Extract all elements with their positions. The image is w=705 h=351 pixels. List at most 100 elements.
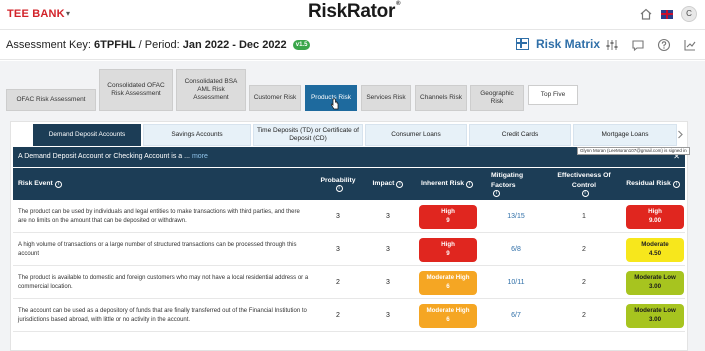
mitigating-factors-link[interactable]: 13/15 xyxy=(491,201,541,232)
period-label: / Period: xyxy=(138,39,180,51)
hand-cursor-icon xyxy=(330,98,339,110)
probability-value: 3 xyxy=(336,213,340,220)
risk-event-text: The product can be used by individuals a… xyxy=(18,208,300,224)
chevron-right-icon[interactable] xyxy=(677,130,684,139)
residual-risk-cell: High 9.00 xyxy=(625,201,685,232)
inherent-risk-cell: High 9 xyxy=(418,201,478,232)
tab-customer-risk[interactable]: Customer Risk xyxy=(249,85,301,111)
header-mitigating-factors[interactable]: Mitigating Factors i xyxy=(491,168,541,200)
residual-risk-cell: Moderate Low 3.00 xyxy=(625,300,685,331)
impact-value: 3 xyxy=(386,279,390,286)
header-inherent-risk[interactable]: Inherent Risk i xyxy=(411,168,483,200)
chart-icon[interactable] xyxy=(683,38,697,52)
residual-risk-badge: Moderate Low 3.00 xyxy=(626,303,684,328)
header-impact[interactable]: Impact i xyxy=(368,168,408,200)
risk-matrix-panel: Demand Deposit Accounts Savings Accounts… xyxy=(10,121,690,351)
probability-value: 3 xyxy=(336,246,340,253)
product-tabs: Demand Deposit Accounts Savings Accounts… xyxy=(13,124,685,146)
mitigating-factors-link[interactable]: 6/7 xyxy=(491,300,541,331)
avatar[interactable]: C xyxy=(681,6,697,22)
description-text: A Demand Deposit Account or Checking Acc… xyxy=(18,153,190,160)
table-row: A high volume of transactions or a large… xyxy=(13,234,685,266)
tab-channels-risk[interactable]: Channels Risk xyxy=(415,85,467,111)
residual-risk-badge: High 9.00 xyxy=(626,204,684,229)
tab-services-risk[interactable]: Services Risk xyxy=(361,85,411,111)
section-title: Risk Matrix xyxy=(536,37,601,51)
info-icon[interactable]: i xyxy=(54,180,62,188)
tab-top-five[interactable]: Top Five xyxy=(528,85,578,105)
info-icon[interactable]: i xyxy=(396,180,404,188)
trademark: ® xyxy=(396,1,401,7)
info-icon[interactable]: i xyxy=(335,185,343,193)
assessment-key-label: Assessment Key: xyxy=(6,39,91,51)
table-row: The account can be used as a depository … xyxy=(13,300,685,332)
tab-mortgage-loans[interactable]: Mortgage Loans xyxy=(573,124,677,146)
effectiveness-value[interactable]: 2 xyxy=(548,267,620,298)
period-value: Jan 2022 - Dec 2022 xyxy=(182,39,287,51)
assessment-info: Assessment Key: 6TPFHL / Period: Jan 202… xyxy=(6,39,311,51)
impact-value: 3 xyxy=(386,312,390,319)
help-icon[interactable] xyxy=(657,38,671,52)
assessment-key-value: 6TPFHL xyxy=(94,39,136,51)
flag-icon[interactable] xyxy=(661,9,673,19)
inherent-risk-badge[interactable]: High 9 xyxy=(419,237,477,262)
app-title: RiskRator xyxy=(308,1,396,22)
header-risk-event[interactable]: Risk Event i xyxy=(18,168,168,200)
tab-credit-cards[interactable]: Credit Cards xyxy=(469,124,571,146)
tab-time-deposits[interactable]: Time Deposits (TD) or Certificate of Dep… xyxy=(253,124,363,146)
home-icon[interactable] xyxy=(639,7,653,21)
effectiveness-value[interactable]: 2 xyxy=(548,300,620,331)
inherent-risk-cell: Moderate High 6 xyxy=(418,267,478,298)
header-effectiveness[interactable]: Effectiveness Of Control i xyxy=(548,168,620,200)
effectiveness-value[interactable]: 1 xyxy=(548,201,620,232)
probability-value: 2 xyxy=(336,312,340,319)
inherent-risk-badge[interactable]: Moderate High 6 xyxy=(419,303,477,328)
table-row: The product can be used by individuals a… xyxy=(13,201,685,233)
residual-risk-badge: Moderate Low 3.00 xyxy=(626,270,684,295)
info-icon[interactable]: i xyxy=(581,189,589,197)
top-icons: C xyxy=(639,6,697,22)
risk-event-text: A high volume of transactions or a large… xyxy=(18,241,297,257)
table-header: Risk Event i Probability i Impact i Inheren… xyxy=(13,168,685,200)
risk-event-text: The product is available to domestic and… xyxy=(18,274,309,290)
mitigating-factors-link[interactable]: 10/11 xyxy=(491,267,541,298)
tab-geographic-risk[interactable]: Geographic Risk xyxy=(470,85,524,111)
table-row: The product is available to domestic and… xyxy=(13,267,685,299)
inherent-risk-cell: Moderate High 6 xyxy=(418,300,478,331)
tab-demand-deposit-accounts[interactable]: Demand Deposit Accounts xyxy=(33,124,141,146)
assessment-bar: Assessment Key: 6TPFHL / Period: Jan 202… xyxy=(0,30,705,60)
chevron-down-icon[interactable]: ▾ xyxy=(66,9,70,18)
tab-ofac-risk-assessment[interactable]: OFAC Risk Assessment xyxy=(6,89,96,111)
impact-value: 3 xyxy=(386,246,390,253)
header-probability[interactable]: Probability i xyxy=(313,168,363,200)
inherent-risk-badge[interactable]: Moderate High 6 xyxy=(419,270,477,295)
mitigating-factors-link[interactable]: 6/8 xyxy=(491,234,541,265)
more-link[interactable]: more xyxy=(192,153,208,160)
assessment-icons xyxy=(605,38,697,52)
risk-event-text: The account can be used as a depository … xyxy=(18,307,307,323)
chat-icon[interactable] xyxy=(631,38,645,52)
inherent-risk-badge[interactable]: High 9 xyxy=(419,204,477,229)
app-logo: RiskRator® xyxy=(308,1,400,23)
tab-consumer-loans[interactable]: Consumer Loans xyxy=(365,124,467,146)
bank-name[interactable]: TEE BANK xyxy=(7,8,65,20)
residual-risk-cell: Moderate 4.50 xyxy=(625,234,685,265)
effectiveness-value[interactable]: 2 xyxy=(548,234,620,265)
residual-risk-cell: Moderate Low 3.00 xyxy=(625,267,685,298)
tab-consolidated-ofac[interactable]: Consolidated OFAC Risk Assessment xyxy=(99,69,173,111)
inherent-risk-cell: High 9 xyxy=(418,234,478,265)
impact-value: 3 xyxy=(386,213,390,220)
risk-matrix-icon xyxy=(516,38,529,50)
tab-savings-accounts[interactable]: Savings Accounts xyxy=(143,124,251,146)
top-bar: TEE BANK ▾ RiskRator® C xyxy=(0,0,705,30)
header-residual-risk[interactable]: Residual Risk i xyxy=(623,168,683,200)
info-icon[interactable]: i xyxy=(493,189,500,197)
version-badge: v1.5 xyxy=(292,40,311,51)
sliders-icon[interactable] xyxy=(605,38,619,52)
content-section: OFAC Risk Assessment Consolidated OFAC R… xyxy=(0,61,705,351)
info-icon[interactable]: i xyxy=(672,180,680,188)
probability-value: 2 xyxy=(336,279,340,286)
info-icon[interactable]: i xyxy=(466,180,474,188)
signed-in-tooltip: Glynn Moran (LeeMoran107@gmail.com) is s… xyxy=(577,147,690,155)
tab-consolidated-bsa-aml[interactable]: Consolidated BSA AML Risk Assessment xyxy=(176,69,246,111)
